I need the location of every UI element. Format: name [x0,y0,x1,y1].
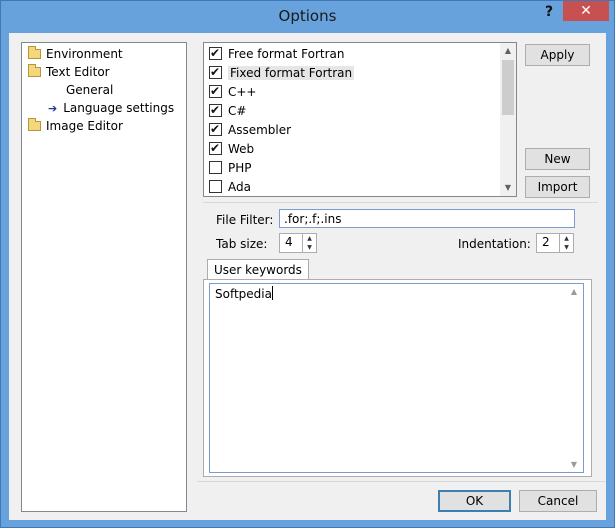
title-bar[interactable]: Options ? ✕ [1,1,614,33]
list-item-label: Web [228,142,255,156]
folder-icon [28,64,41,77]
scroll-thumb[interactable] [502,60,514,115]
keywords-textarea[interactable]: Softpedia ▲ ▼ [209,283,584,473]
list-item-label: Assembler [228,123,292,137]
category-tree[interactable]: Environment Text Editor General ➔ Languag… [21,42,187,512]
tab-user-keywords[interactable]: User keywords [207,259,309,281]
checkbox[interactable] [209,161,222,174]
options-dialog: Options ? ✕ Environment Text Editor Gene… [0,0,615,528]
list-item-label: Free format Fortran [228,47,345,61]
list-item[interactable]: Assembler [209,120,292,140]
apply-button[interactable]: Apply [525,44,590,66]
folder-icon [28,46,41,59]
keywords-tab-panel: Softpedia ▲ ▼ [203,279,592,477]
divider [197,481,606,482]
tree-item-label: Environment [46,47,123,61]
stepper-arrows[interactable]: ▲ ▼ [302,234,316,252]
file-filter-label: File Filter: [216,213,274,227]
dialog-body: Environment Text Editor General ➔ Languag… [9,33,606,520]
indentation-stepper[interactable]: 2 ▲ ▼ [536,233,574,253]
tab-size-value: 4 [285,235,293,249]
checkbox[interactable] [209,44,222,63]
tree-item-label: Language settings [63,101,175,115]
tree-item-label: General [66,83,114,97]
stepper-up-icon[interactable]: ▲ [560,234,573,243]
indentation-label: Indentation: [458,237,531,251]
new-button[interactable]: New [525,148,590,170]
tree-item-text-editor[interactable]: Text Editor [28,63,110,81]
checkbox[interactable] [209,101,222,120]
list-item-label: C++ [228,85,257,99]
scroll-down-icon[interactable]: ▼ [566,460,582,469]
help-icon[interactable]: ? [539,4,559,22]
checkbox[interactable] [209,180,222,193]
tree-item-label: Text Editor [46,65,110,79]
arrow-icon: ➔ [48,102,58,115]
tree-item-general[interactable]: General [66,81,113,99]
stepper-down-icon[interactable]: ▼ [303,243,316,252]
list-scrollbar[interactable]: ▲ ▼ [500,43,516,196]
indentation-value: 2 [542,235,550,249]
checkbox[interactable] [209,139,222,158]
tree-item-label: Image Editor [46,119,123,133]
list-item[interactable]: PHP [209,159,252,178]
window-title: Options [278,7,337,25]
tree-item-environment[interactable]: Environment [28,45,123,63]
list-item-label: C# [228,104,247,118]
ok-button[interactable]: OK [438,490,511,512]
list-item[interactable]: C++ [209,82,257,102]
import-button[interactable]: Import [525,176,590,198]
scroll-up-icon[interactable]: ▲ [566,287,582,296]
tree-item-image-editor[interactable]: Image Editor [28,117,123,135]
stepper-arrows[interactable]: ▲ ▼ [559,234,573,252]
stepper-up-icon[interactable]: ▲ [303,234,316,243]
folder-icon [28,118,41,131]
checkbox[interactable] [209,120,222,139]
file-filter-input[interactable]: .for;.f;.ins [279,209,575,228]
scroll-down-icon[interactable]: ▼ [500,180,516,196]
list-item[interactable]: Free format Fortran [209,44,345,64]
scroll-up-icon[interactable]: ▲ [500,43,516,59]
list-item[interactable]: Ada [209,178,251,196]
list-item-label: PHP [228,161,252,175]
list-item[interactable]: Web [209,139,255,159]
language-list[interactable]: Free format Fortran Fixed format Fortran… [203,42,517,197]
close-button[interactable]: ✕ [563,1,609,21]
keywords-value: Softpedia [215,287,272,301]
stepper-down-icon[interactable]: ▼ [560,243,573,252]
checkbox[interactable] [209,63,222,82]
list-item[interactable]: Fixed format Fortran [209,63,355,83]
cancel-button[interactable]: Cancel [519,490,597,512]
text-caret [271,286,273,300]
tree-item-language-settings[interactable]: ➔ Language settings [48,99,174,117]
list-item[interactable]: C# [209,101,247,121]
keywords-scrollbar[interactable]: ▲ ▼ [566,285,582,471]
checkbox[interactable] [209,82,222,101]
list-item-label: Fixed format Fortran [228,66,355,80]
tab-size-label: Tab size: [216,237,268,251]
keywords-text: Softpedia [215,286,273,301]
list-item-label: Ada [228,180,251,194]
tab-size-stepper[interactable]: 4 ▲ ▼ [279,233,317,253]
